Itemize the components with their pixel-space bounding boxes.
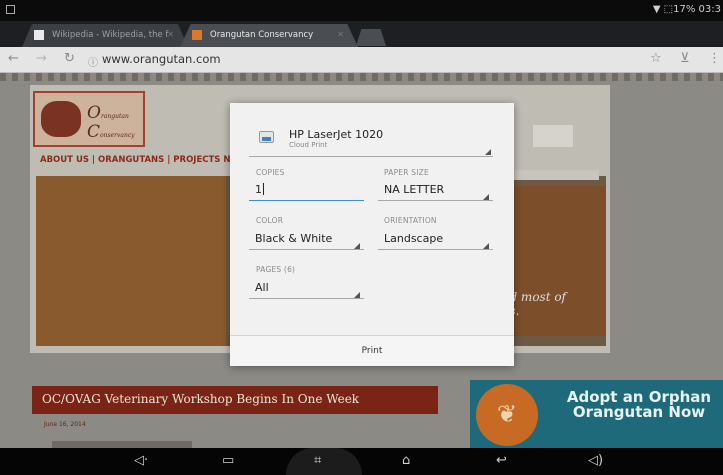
close-tab-icon[interactable]: ✕: [337, 30, 344, 39]
adopt-orangutan-banner[interactable]: ❦ Adopt an Orphan Orangutan Now: [470, 380, 723, 448]
dropdown-arrow-icon: [483, 194, 489, 200]
screenshot-icon[interactable]: ⌗: [314, 453, 321, 468]
new-tab-button[interactable]: [356, 29, 386, 46]
close-tab-icon[interactable]: ✕: [167, 30, 174, 39]
dropdown-arrow-icon: [483, 243, 489, 249]
dropdown-arrow-icon: [354, 292, 360, 298]
voice-search-icon[interactable]: ⊻: [680, 51, 690, 66]
tab-strip: Wikipedia - Wikipedia, the f ✕ Orangutan…: [0, 21, 723, 47]
color-select[interactable]: Black & White: [249, 228, 364, 250]
header-pattern: [0, 73, 723, 81]
color-label: COLOR: [256, 216, 284, 225]
orangutan-favicon-icon: [192, 30, 202, 40]
print-dialog: HP LaserJet 1020 Cloud Print COPIES 1 PA…: [230, 103, 514, 366]
page-info-icon[interactable]: ⓘ: [88, 54, 98, 69]
site-search-box[interactable]: [533, 125, 573, 147]
volume-down-icon[interactable]: ◁·: [134, 453, 148, 468]
reload-icon[interactable]: ↻: [64, 51, 75, 66]
url-field[interactable]: www.orangutan.com: [102, 52, 221, 66]
system-nav-bar: ◁· ▭ ⌗ ⌂ ↩ ◁): [0, 448, 723, 475]
news-date: June 16, 2014: [44, 421, 86, 428]
hero-caption: d most of s.: [509, 290, 566, 318]
pages-label: PAGES (6): [256, 265, 296, 274]
copies-label: COPIES: [256, 168, 285, 177]
orientation-label: ORIENTATION: [384, 216, 437, 225]
tab-wikipedia[interactable]: Wikipedia - Wikipedia, the f ✕: [22, 24, 188, 47]
printer-subtitle: Cloud Print: [289, 141, 328, 149]
orangutan-badge-icon: ❦: [476, 384, 538, 446]
print-button[interactable]: Print: [230, 335, 514, 366]
site-logo[interactable]: Orangutan Conservancy: [33, 91, 145, 147]
printer-name: HP LaserJet 1020: [289, 128, 384, 141]
news-headline-banner[interactable]: OC/OVAG Veterinary Workshop Begins In On…: [32, 386, 438, 414]
orangutan-logo-icon: [41, 101, 81, 137]
orientation-select[interactable]: Landscape: [378, 228, 493, 250]
home-icon[interactable]: ⌂: [402, 453, 410, 468]
volume-up-icon[interactable]: ◁): [588, 453, 603, 468]
paper-size-select[interactable]: NA LETTER: [378, 179, 493, 201]
printer-selector[interactable]: HP LaserJet 1020 Cloud Print: [249, 125, 493, 157]
back-arrow-icon[interactable]: ←: [8, 51, 19, 66]
dropdown-arrow-icon: [354, 243, 360, 249]
dropdown-arrow-icon: [485, 149, 491, 155]
pages-select[interactable]: All: [249, 277, 364, 299]
notification-icon: [6, 5, 15, 14]
forward-arrow-icon[interactable]: →: [36, 51, 47, 66]
recent-apps-icon[interactable]: ▭: [222, 453, 234, 468]
paper-size-label: PAPER SIZE: [384, 168, 429, 177]
side-search-field[interactable]: [513, 170, 599, 180]
tab-title: Wikipedia - Wikipedia, the f: [52, 30, 169, 40]
browser-toolbar: ← → ↻ ⓘ www.orangutan.com ☆ ⊻ ⋮: [0, 47, 723, 73]
menu-icon[interactable]: ⋮: [708, 51, 721, 66]
wikipedia-favicon-icon: [34, 30, 44, 40]
status-info: ▼ ⬚17% 03:3: [652, 4, 721, 15]
bookmark-star-icon[interactable]: ☆: [650, 51, 662, 66]
news-thumbnails: [52, 441, 192, 448]
tab-orangutan-conservancy[interactable]: Orangutan Conservancy ✕: [180, 24, 358, 47]
printer-icon: [259, 131, 274, 143]
copies-input[interactable]: 1: [249, 179, 364, 201]
status-bar: ▼ ⬚17% 03:3: [0, 0, 723, 21]
tab-title: Orangutan Conservancy: [210, 30, 314, 40]
return-icon[interactable]: ↩: [496, 453, 507, 468]
